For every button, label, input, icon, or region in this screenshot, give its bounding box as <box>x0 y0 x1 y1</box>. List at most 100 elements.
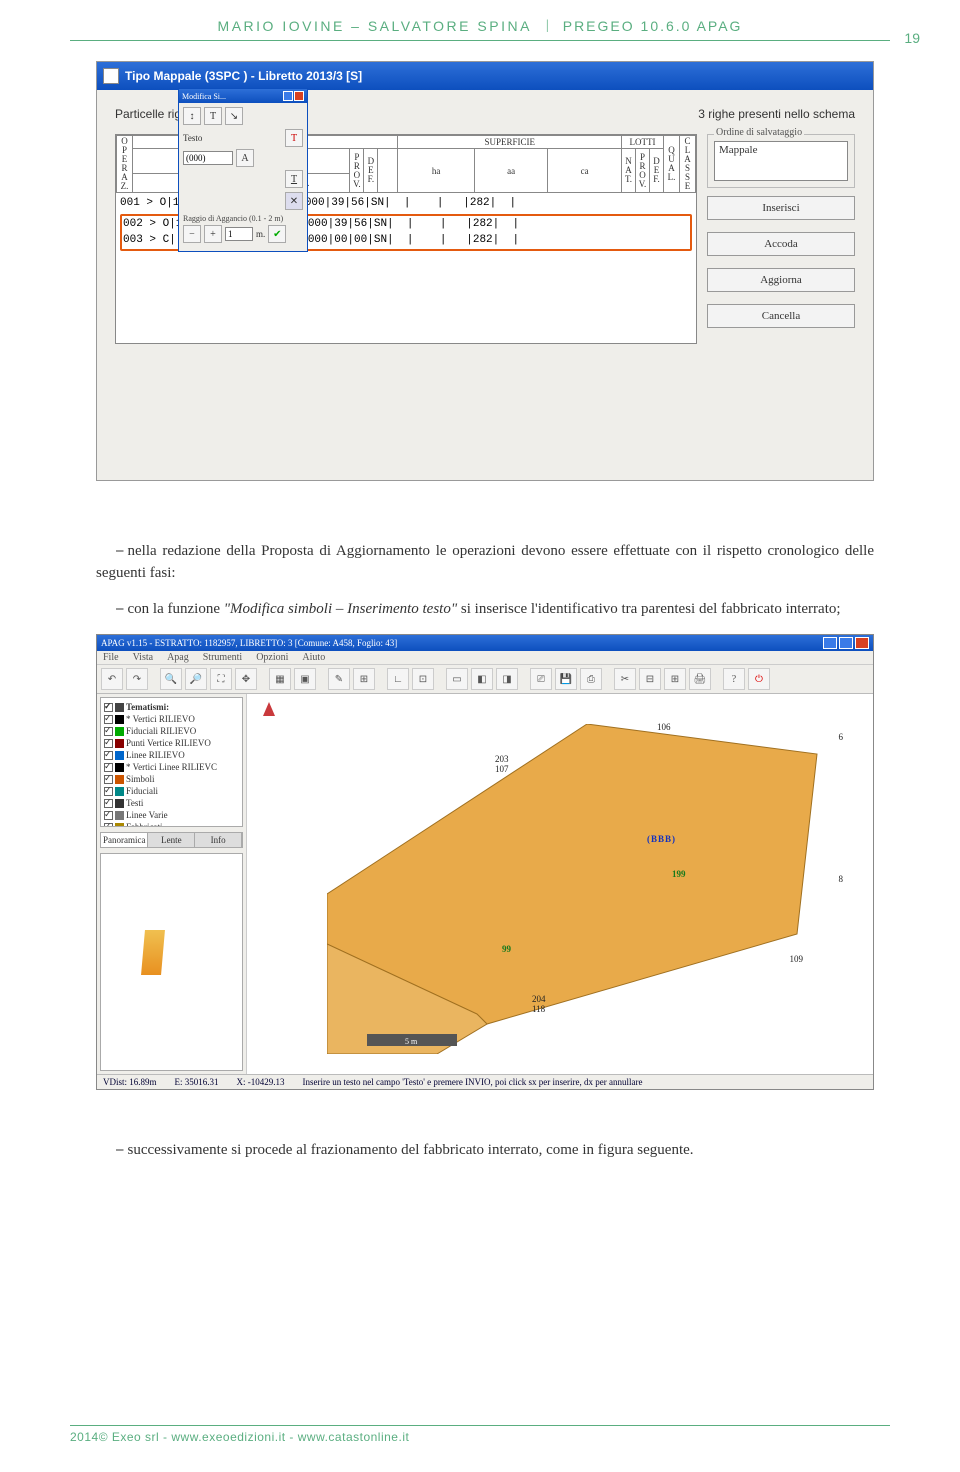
accoda-button[interactable]: Accoda <box>707 232 855 256</box>
tool-icon[interactable]: ⊟ <box>639 668 661 690</box>
grid-icon[interactable]: ▦ <box>269 668 291 690</box>
menu-bar[interactable]: File Vista Apag Strumenti Opzioni Aiuto <box>97 651 873 665</box>
window-title: Tipo Mappale (3SPC ) - Libretto 2013/3 [… <box>125 69 362 83</box>
layer-item[interactable]: * Vertici Linee RILIEVC <box>126 762 217 772</box>
header-authors: MARIO IOVINE – SALVATORE SPINA <box>218 18 532 34</box>
tool-icon[interactable]: ∟ <box>387 668 409 690</box>
paragraph-next: ⎯successivamente si procede al frazionam… <box>96 1140 874 1162</box>
tool-icon[interactable]: ↷ <box>126 668 148 690</box>
annot: 204 <box>532 994 546 1004</box>
plus-button[interactable]: + <box>204 225 222 243</box>
tool-icon[interactable]: ↶ <box>101 668 123 690</box>
layer-item[interactable]: Fiduciali RILIEVO <box>126 726 196 736</box>
confirm-icon[interactable]: ✔ <box>268 225 286 243</box>
status-e: E: 35016.31 <box>175 1077 219 1087</box>
move-icon[interactable]: ↕ <box>183 107 201 125</box>
tool-icon[interactable]: ◨ <box>496 668 518 690</box>
tool-icon[interactable]: ⊞ <box>664 668 686 690</box>
window-icon <box>103 68 119 84</box>
header-separator: | <box>546 18 549 34</box>
annot: 109 <box>790 954 804 964</box>
text-tool-icon[interactable]: T <box>204 107 222 125</box>
annot: 203 <box>495 754 509 764</box>
arrow-icon[interactable]: ↘ <box>225 107 243 125</box>
tool-icon[interactable]: ⎚ <box>530 668 552 690</box>
menu-strumenti[interactable]: Strumenti <box>203 652 242 663</box>
tool-icon[interactable]: ◧ <box>471 668 493 690</box>
footer-text: 2014© Exeo srl - www.exeoedizioni.it - w… <box>70 1430 409 1444</box>
apply-text-icon[interactable]: A <box>236 149 254 167</box>
annot-99: 99 <box>502 944 511 954</box>
screenshot-apag-window: APAG v1.15 - ESTRATTO: 1182957, LIBRETTO… <box>96 634 874 1090</box>
annot: 118 <box>532 1004 545 1014</box>
tool-icon[interactable]: ✎ <box>328 668 350 690</box>
close-icon[interactable] <box>855 637 869 649</box>
tool-icon[interactable]: ⛶ <box>210 668 232 690</box>
layer-item[interactable]: Simboli <box>126 774 155 784</box>
compass-icon <box>255 702 283 730</box>
page-number: 19 <box>904 30 920 46</box>
power-icon[interactable]: ⏻ <box>748 668 770 690</box>
status-bar: VDist: 16.89m E: 35016.31 X: -10429.13 I… <box>97 1074 873 1089</box>
tool-icon[interactable]: ▣ <box>294 668 316 690</box>
righe-schema-label: 3 righe presenti nello schema <box>698 107 855 121</box>
layer-item[interactable]: Fabbricati <box>126 822 163 827</box>
maximize-icon[interactable] <box>839 637 853 649</box>
tool-icon[interactable]: ✥ <box>235 668 257 690</box>
layer-item[interactable]: * Vertici RILIEVO <box>126 714 195 724</box>
menu-opzioni[interactable]: Opzioni <box>256 652 288 663</box>
tool-icon[interactable]: ✂ <box>614 668 636 690</box>
map-canvas[interactable]: 5 m 106 6 203 107 (BBB) 199 8 99 109 204… <box>247 694 873 1074</box>
preview-tabs[interactable]: Panoramica Lente Info <box>100 832 243 848</box>
layer-item[interactable]: Linee RILIEVO <box>126 750 185 760</box>
text-red-icon[interactable]: T <box>285 129 303 147</box>
tab-lente[interactable]: Lente <box>148 833 195 847</box>
annot-bbb: (BBB) <box>647 834 676 844</box>
cancella-button[interactable]: Cancella <box>707 304 855 328</box>
menu-vista[interactable]: Vista <box>133 652 154 663</box>
testo-input[interactable] <box>183 151 233 165</box>
zoom-in-icon[interactable]: 🔍 <box>160 668 182 690</box>
ordine-listbox[interactable]: Mappale <box>714 141 848 181</box>
close-icon[interactable] <box>294 91 304 101</box>
dialog-title: Modifica Si... <box>182 92 226 101</box>
minimize-icon[interactable] <box>283 91 293 101</box>
status-x: X: -10429.13 <box>237 1077 285 1087</box>
help-icon[interactable]: ? <box>723 668 745 690</box>
print-icon[interactable]: 🖨 <box>689 668 711 690</box>
tab-panoramica[interactable]: Panoramica <box>101 833 148 847</box>
paragraph-intro: ⎯nella redazione della Proposta di Aggio… <box>96 541 874 585</box>
modifica-simboli-dialog[interactable]: Modifica Si... ↕ T ↘ Testo T A <box>178 88 308 252</box>
layers-panel[interactable]: Tematismi: * Vertici RILIEVO Fiduciali R… <box>100 697 243 827</box>
tab-info[interactable]: Info <box>195 833 242 847</box>
tool-icon[interactable]: ⎙ <box>580 668 602 690</box>
paragraph-step: ⎯con la funzione "Modifica simboli – Ins… <box>96 599 874 621</box>
annot-199: 199 <box>672 869 686 879</box>
raggio-input[interactable] <box>225 227 253 241</box>
menu-file[interactable]: File <box>103 652 119 663</box>
layer-item[interactable]: Fiduciali <box>126 786 158 796</box>
layer-item[interactable]: Linee Varie <box>126 810 168 820</box>
minus-button[interactable]: − <box>183 225 201 243</box>
preview-panel <box>100 853 243 1071</box>
menu-aiuto[interactable]: Aiuto <box>302 652 325 663</box>
aggiorna-button[interactable]: Aggiorna <box>707 268 855 292</box>
unit-label: m. <box>256 229 265 239</box>
zoom-out-icon[interactable]: 🔎 <box>185 668 207 690</box>
underline-icon[interactable]: T <box>285 170 303 188</box>
annot: 6 <box>839 732 844 742</box>
tool-icon[interactable]: ⊡ <box>412 668 434 690</box>
header-doc: PREGEO 10.6.0 APAG <box>563 18 743 34</box>
menu-apag[interactable]: Apag <box>167 652 189 663</box>
tool-icon[interactable]: ▭ <box>446 668 468 690</box>
save-icon[interactable]: 💾 <box>555 668 577 690</box>
raggio-caption: Raggio di Aggancio (0.1 - 2 m) <box>183 214 303 223</box>
minimize-icon[interactable] <box>823 637 837 649</box>
toolbar: ↶↷ 🔍🔎⛶✥ ▦▣ ✎⊞ ∟⊡ ▭◧◨ ⎚💾⎙ ✂⊟⊞🖨 ? ⏻ <box>97 665 873 694</box>
delete-text-icon[interactable]: ✕ <box>285 192 303 210</box>
tool-icon[interactable]: ⊞ <box>353 668 375 690</box>
layer-item[interactable]: Punti Vertice RILIEVO <box>126 738 211 748</box>
testo-label: Testo <box>183 133 202 143</box>
inserisci-button[interactable]: Inserisci <box>707 196 855 220</box>
layer-item[interactable]: Testi <box>126 798 143 808</box>
